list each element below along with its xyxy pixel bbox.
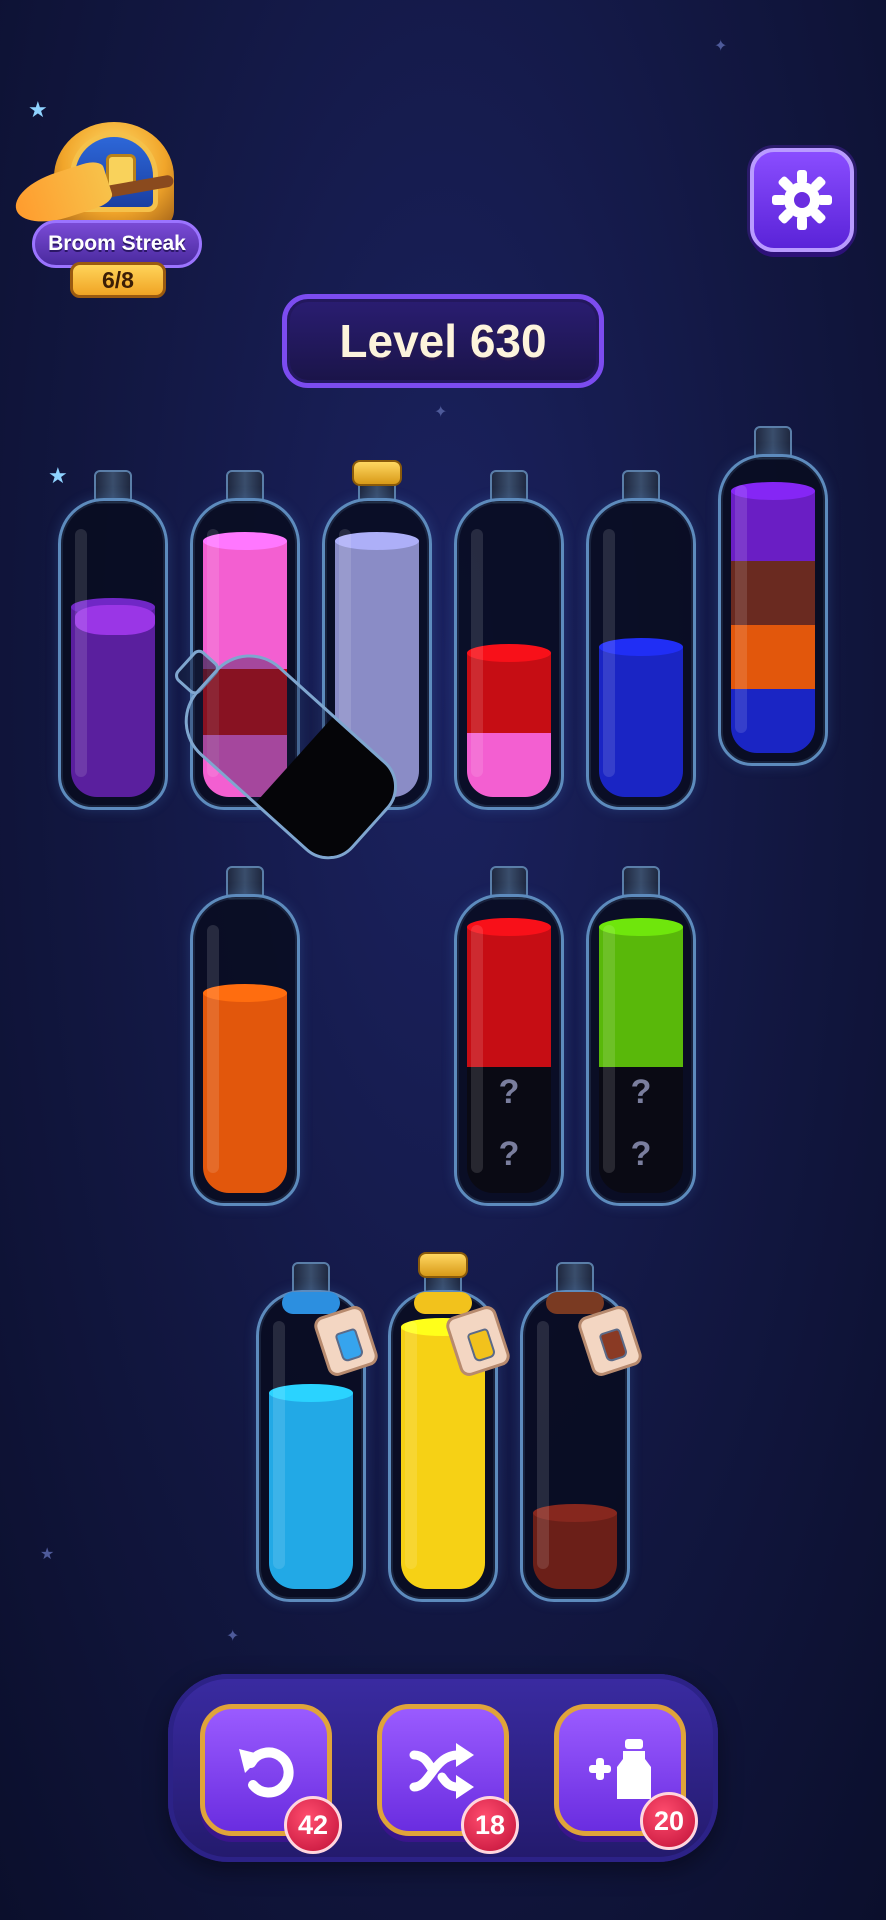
glass-shine: [405, 1321, 417, 1569]
bottle-1[interactable]: [58, 470, 168, 810]
bottle-brown[interactable]: [520, 1262, 645, 1602]
star-decoration: ✦: [714, 36, 728, 55]
bottle-body: ? ?: [454, 894, 564, 1206]
glass-shine: [273, 1321, 285, 1569]
bottle-body: [454, 498, 564, 810]
purple-splash: [75, 605, 155, 635]
level-label: Level 630: [339, 315, 547, 367]
cork-icon: [418, 1252, 468, 1278]
bottle-body: [58, 498, 168, 810]
glass-shine: [207, 925, 219, 1173]
star-decoration: ★: [40, 1544, 55, 1563]
glass-shine: [471, 925, 483, 1173]
mini-bottle-icon: [466, 1327, 497, 1363]
bottle-7[interactable]: [190, 866, 300, 1206]
bottle-body: ? ?: [586, 894, 696, 1206]
rope-knot-icon: [282, 1292, 340, 1314]
star-decoration: ✦: [434, 402, 448, 421]
glass-shine: [537, 1321, 549, 1569]
shuffle-count-badge: 18: [461, 1796, 519, 1854]
gear-icon: [772, 170, 832, 230]
bottle-8[interactable]: ? ?: [454, 866, 564, 1206]
undo-icon: [239, 1747, 294, 1798]
cork-icon: [352, 460, 402, 486]
undo-count-badge: 42: [284, 1796, 342, 1854]
glass-shine: [471, 529, 483, 777]
settings-button[interactable]: [750, 148, 854, 252]
bottle-5[interactable]: [586, 470, 696, 810]
star-decoration: ✦: [226, 1626, 240, 1645]
bottle-4[interactable]: [454, 470, 564, 810]
rope-knot-icon: [546, 1292, 604, 1314]
level-banner: Level 630: [282, 294, 604, 388]
bottle-6[interactable]: [718, 426, 828, 766]
bottle-body: [586, 498, 696, 810]
bottle-body: [718, 454, 828, 766]
glass-shine: [75, 529, 87, 777]
bottle-body: [190, 894, 300, 1206]
mini-bottle-icon: [334, 1327, 365, 1363]
streak-count: 6/8: [70, 262, 166, 298]
shuffle-icon: [409, 1743, 474, 1799]
streak-plate: Broom Streak: [32, 220, 202, 268]
bottle-9[interactable]: ? ?: [586, 866, 696, 1206]
glass-shine: [603, 529, 615, 777]
rope-knot-icon: [414, 1292, 472, 1314]
glass-shine: [735, 485, 747, 733]
add-bottle-count-badge: 20: [640, 1792, 698, 1850]
bottle-cyan[interactable]: [256, 1262, 381, 1602]
mini-bottle-icon: [598, 1327, 629, 1363]
add-bottle-icon: [589, 1739, 651, 1799]
bottle-yellow[interactable]: [388, 1252, 513, 1602]
glass-shine: [603, 925, 615, 1173]
streak-title: Broom Streak: [48, 232, 186, 255]
broom-streak-badge[interactable]: Broom Streak 6/8: [9, 112, 210, 302]
